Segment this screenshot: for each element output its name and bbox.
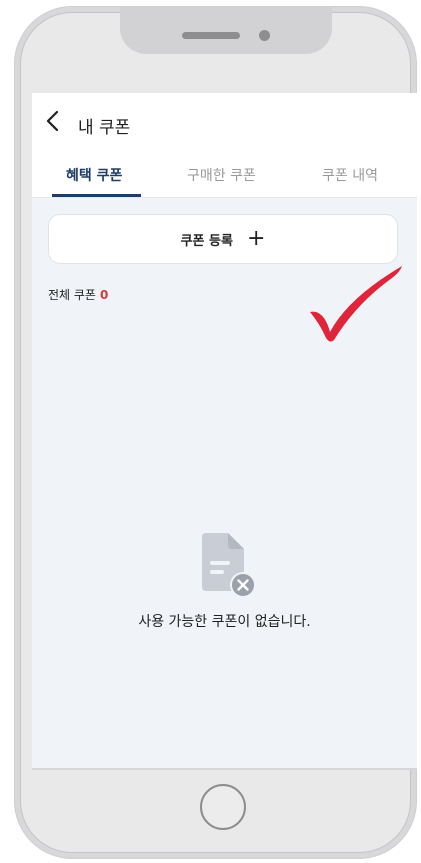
- screen-bottom-edge: [32, 768, 417, 770]
- plus-icon: +: [246, 226, 266, 251]
- back-arrow-icon[interactable]: [44, 110, 62, 132]
- coupon-count-value: 0: [99, 288, 109, 302]
- coupon-count-label: 전체 쿠폰: [48, 288, 96, 302]
- phone-camera: [259, 30, 270, 41]
- tab-benefit-coupons[interactable]: 혜택 쿠폰: [66, 165, 122, 185]
- coupon-register-button[interactable]: 쿠폰 등록 +: [48, 214, 398, 264]
- header-divider: [32, 197, 417, 198]
- phone-notch: [120, 6, 332, 54]
- app-screen: 내 쿠폰 혜택 쿠폰 구매한 쿠폰 쿠폰 내역 쿠폰 등록 + 전체 쿠폰 0 사…: [32, 93, 417, 768]
- tab-coupon-history[interactable]: 쿠폰 내역: [322, 165, 378, 185]
- coupon-count: 전체 쿠폰 0: [48, 286, 108, 303]
- empty-document-icon: [202, 533, 256, 598]
- coupon-register-label: 쿠폰 등록: [180, 233, 233, 249]
- tab-purchased-coupons[interactable]: 구매한 쿠폰: [187, 165, 256, 185]
- home-button[interactable]: [200, 784, 246, 830]
- empty-state-message: 사용 가능한 쿠폰이 없습니다.: [138, 614, 311, 630]
- header-area: 내 쿠폰 혜택 쿠폰 구매한 쿠폰 쿠폰 내역: [32, 93, 417, 198]
- page-title: 내 쿠폰: [78, 118, 131, 138]
- red-checkmark-annotation: [310, 266, 402, 342]
- phone-speaker: [182, 32, 240, 39]
